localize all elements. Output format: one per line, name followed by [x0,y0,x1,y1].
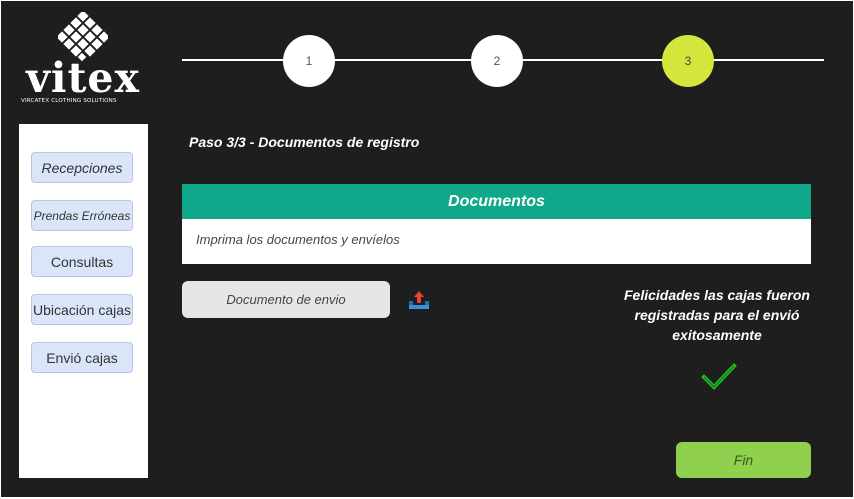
document-download-button[interactable]: Documento de envio [182,281,390,318]
finish-button[interactable]: Fin [676,442,811,478]
check-icon [701,363,737,390]
sidebar-item-prendas-erroneas[interactable]: Prendas Erróneas [31,200,133,231]
documents-panel: Imprima los documentos y envíelos [182,219,811,264]
documents-instruction: Imprima los documentos y envíelos [196,232,400,247]
documents-header: Documentos [182,184,811,219]
step-2: 2 [471,35,523,87]
step-1: 1 [283,35,335,87]
page-title: Paso 3/3 - Documentos de registro [189,134,420,150]
sidebar-item-ubicacion-cajas[interactable]: Ubicación cajas [31,294,133,325]
sidebar: Recepciones Prendas Erróneas Consultas U… [19,124,148,478]
step-3-active: 3 [662,35,714,87]
logo: vitex VIRCATEX CLOTHING SOLUTIONS [18,12,148,110]
sidebar-item-envio-cajas[interactable]: Envió cajas [31,342,133,373]
sidebar-item-consultas[interactable]: Consultas [31,246,133,277]
logo-tagline: VIRCATEX CLOTHING SOLUTIONS [21,98,117,104]
logo-wordmark: vitex [26,54,140,102]
success-message: Felicidades las cajas fueron registradas… [624,287,810,343]
sidebar-item-recepciones[interactable]: Recepciones [31,152,133,183]
upload-icon[interactable] [407,290,431,310]
